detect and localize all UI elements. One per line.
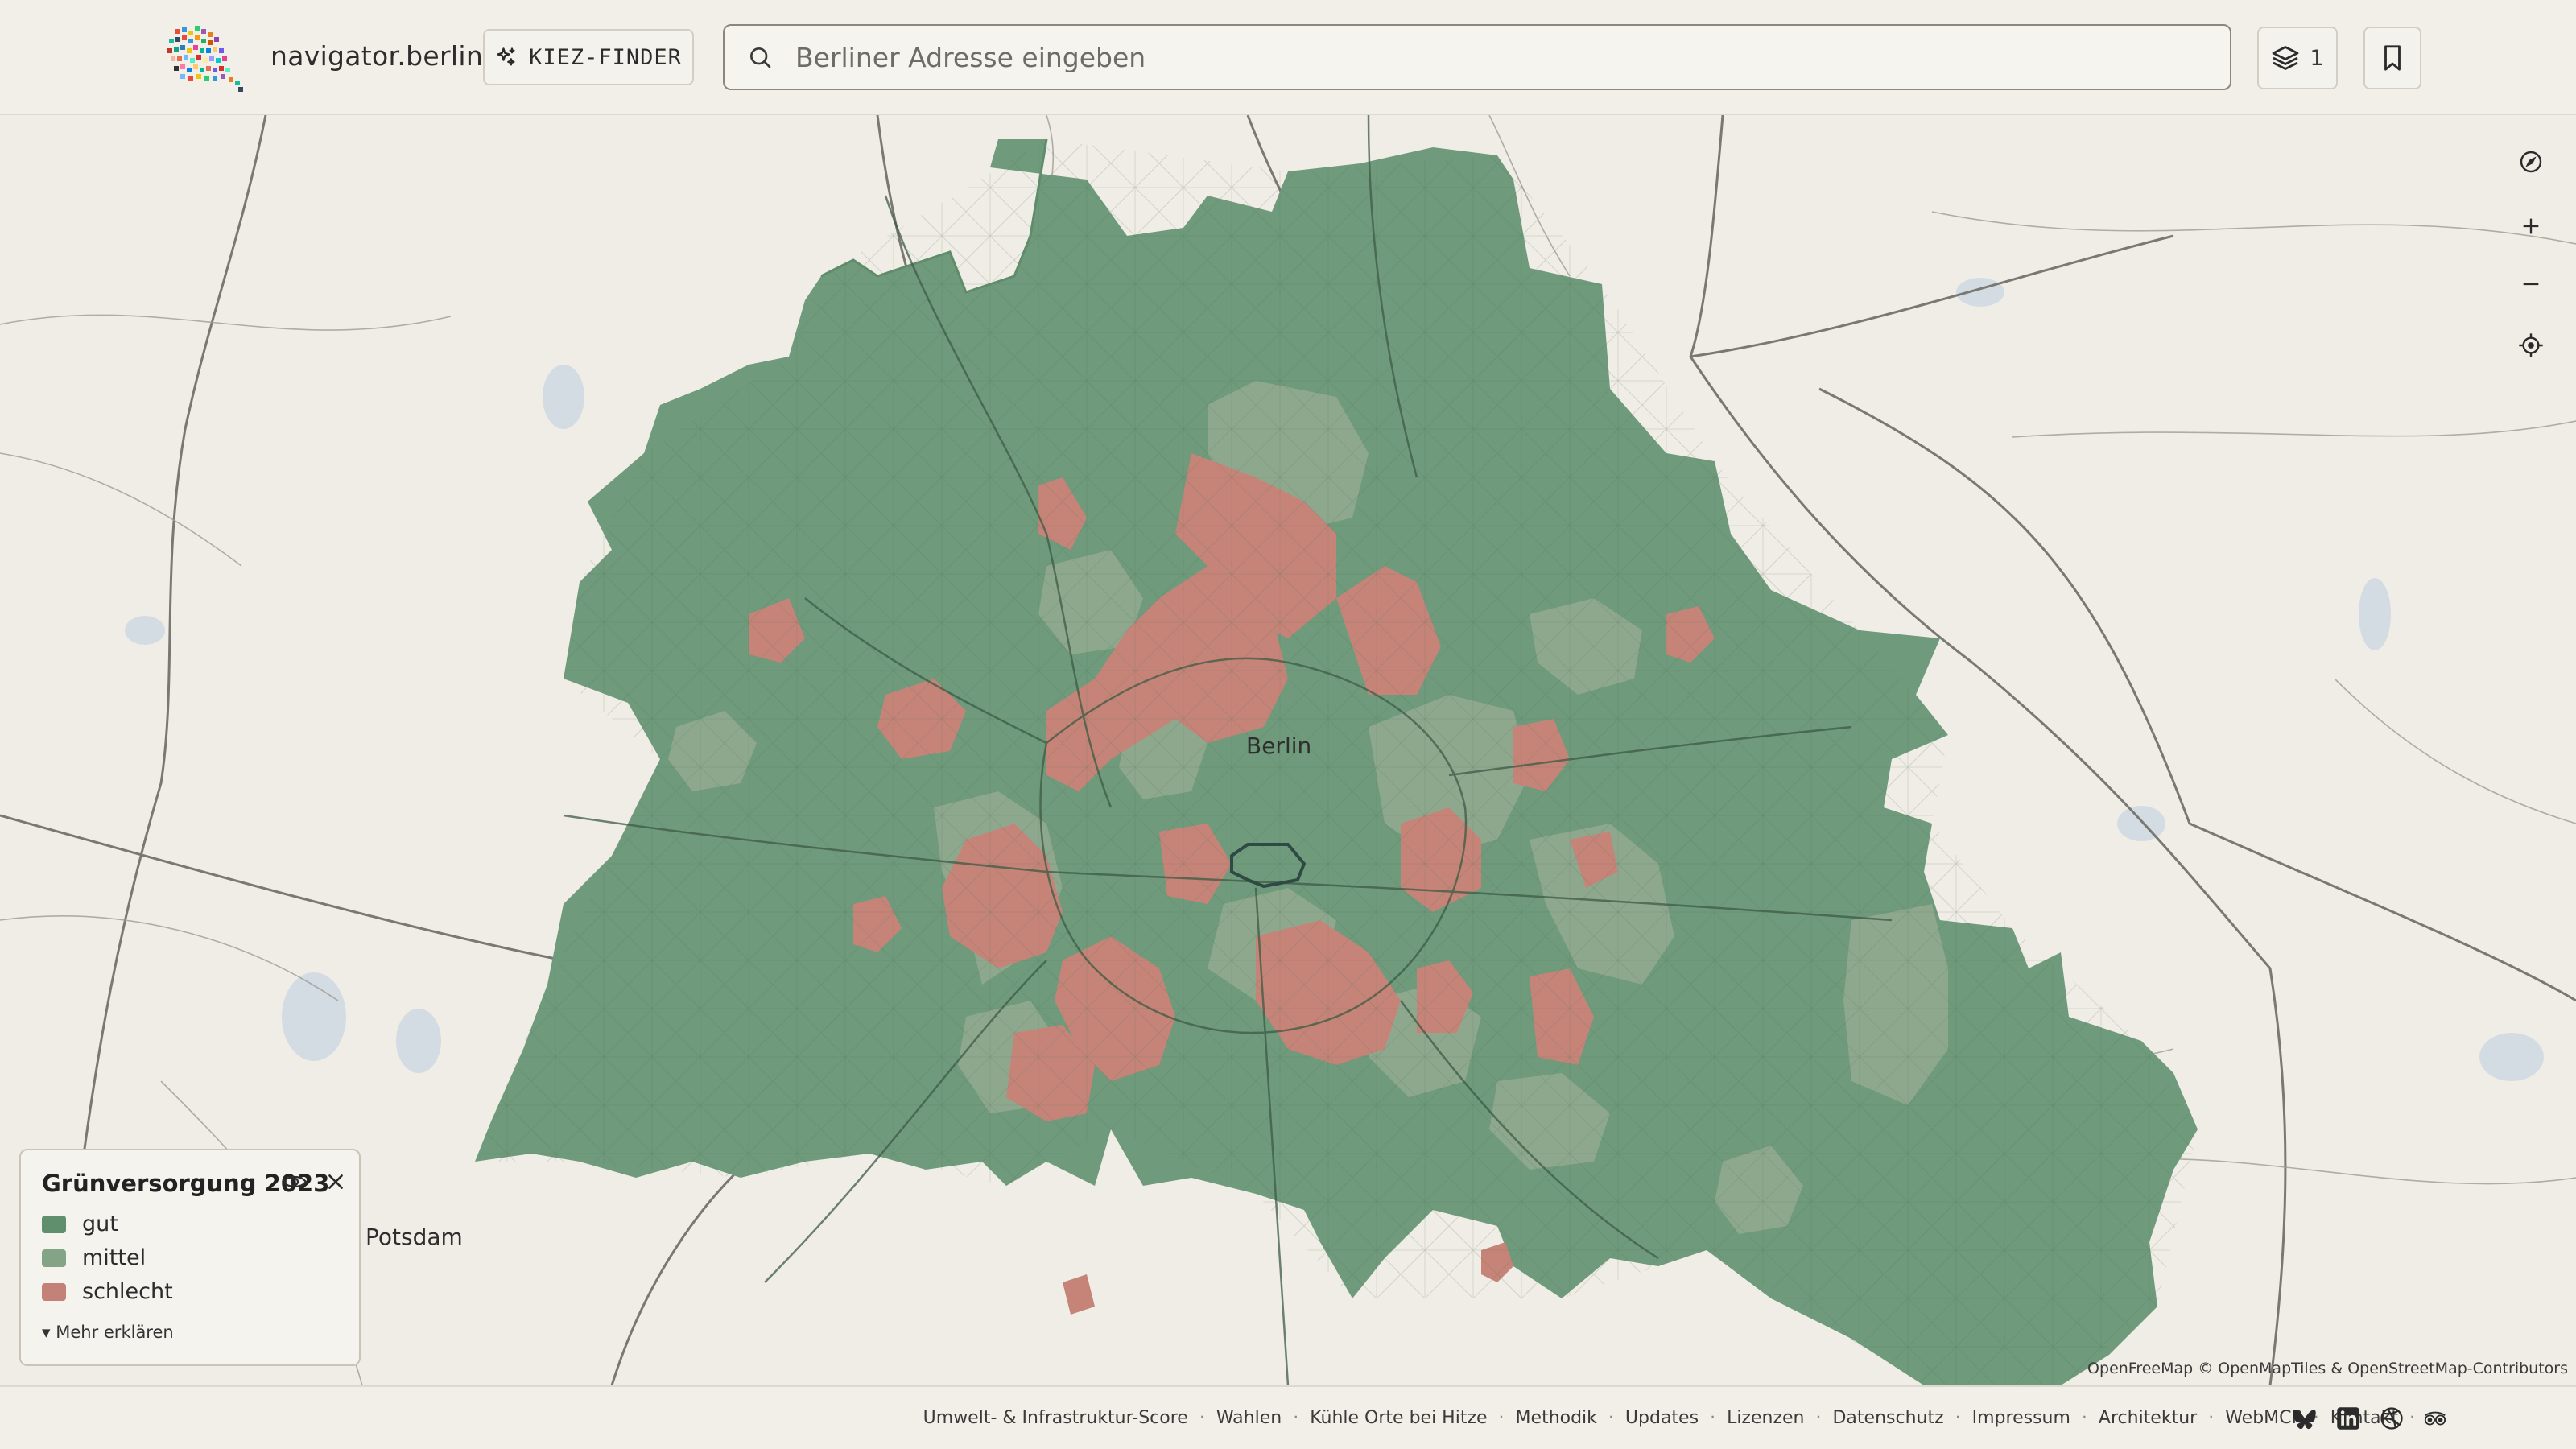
map-attribution[interactable]: OpenFreeMap © OpenMapTiles & OpenStreetM… bbox=[2087, 1360, 2568, 1377]
compass-icon bbox=[2520, 151, 2542, 173]
compass-button[interactable] bbox=[2512, 142, 2550, 181]
legend-item-mittel: mittel bbox=[42, 1245, 146, 1270]
footer-link-updates[interactable]: Updates bbox=[1625, 1408, 1699, 1428]
map-legend: Grünversorgung 2023 gut mittel schlecht … bbox=[19, 1149, 361, 1366]
minus-icon bbox=[2523, 283, 2539, 286]
place-label-potsdam: Potsdam bbox=[365, 1224, 463, 1250]
app-footer: Umwelt- & Infrastruktur-Score · Wahlen ·… bbox=[0, 1385, 2576, 1449]
bookmark-icon bbox=[2384, 45, 2401, 71]
search-icon bbox=[750, 47, 771, 68]
locate-button[interactable] bbox=[2512, 326, 2550, 365]
legend-more-label: Mehr erklären bbox=[56, 1323, 174, 1342]
legend-label-mittel: mittel bbox=[82, 1245, 147, 1270]
footer-separator: · bbox=[1199, 1408, 1205, 1428]
address-search[interactable] bbox=[723, 24, 2231, 90]
sparkle-icon bbox=[497, 47, 515, 66]
bookmark-button[interactable] bbox=[2363, 27, 2421, 89]
city-label-berlin: Berlin bbox=[1246, 733, 1312, 759]
footer-separator: · bbox=[1815, 1408, 1822, 1428]
footer-link-methodik[interactable]: Methodik bbox=[1516, 1408, 1597, 1428]
plus-icon bbox=[2523, 218, 2539, 234]
layers-count: 1 bbox=[2310, 45, 2324, 71]
legend-swatch-schlecht bbox=[42, 1282, 66, 1301]
address-search-input[interactable] bbox=[794, 40, 2230, 74]
app-header: navigator.berlin KIEZ-FINDER 1 bbox=[0, 0, 2576, 115]
footer-link-webmcp[interactable]: WebMCP bbox=[2225, 1408, 2302, 1428]
layers-icon bbox=[2273, 46, 2299, 70]
kiez-finder-button[interactable]: KIEZ-FINDER bbox=[483, 29, 694, 85]
close-icon[interactable] bbox=[325, 1171, 346, 1192]
zoom-in-button[interactable] bbox=[2512, 207, 2550, 246]
brand-name[interactable]: navigator.berlin bbox=[270, 40, 483, 72]
footer-separator: · bbox=[1293, 1408, 1299, 1428]
legend-more-toggle[interactable]: ▾ Mehr erklären bbox=[42, 1323, 174, 1342]
crosshair-icon bbox=[2519, 333, 2543, 357]
footer-link-kuehle-orte[interactable]: Kühle Orte bei Hitze bbox=[1310, 1408, 1487, 1428]
footer-link-impressum[interactable]: Impressum bbox=[1972, 1408, 2070, 1428]
eye-icon[interactable] bbox=[282, 1171, 308, 1192]
footer-link-score[interactable]: Umwelt- & Infrastruktur-Score bbox=[923, 1408, 1188, 1428]
footer-separator: · bbox=[1608, 1408, 1614, 1428]
map-canvas[interactable]: Berlin Potsdam OpenFreeMap © OpenMapTile… bbox=[0, 115, 2576, 1385]
footer-separator: · bbox=[2208, 1408, 2215, 1428]
footer-link-lizenzen[interactable]: Lizenzen bbox=[1727, 1408, 1804, 1428]
triangle-down-icon: ▾ bbox=[42, 1323, 51, 1342]
footer-separator: · bbox=[2081, 1408, 2087, 1428]
legend-swatch-mittel bbox=[42, 1249, 66, 1267]
dribbble-icon[interactable] bbox=[2380, 1406, 2404, 1430]
bluesky-icon[interactable] bbox=[2293, 1406, 2317, 1430]
legend-label-schlecht: schlecht bbox=[82, 1279, 173, 1304]
linkedin-icon[interactable] bbox=[2336, 1406, 2360, 1430]
footer-separator: · bbox=[1710, 1408, 1716, 1428]
legend-swatch-gut bbox=[42, 1215, 66, 1233]
footer-links: Umwelt- & Infrastruktur-Score · Wahlen ·… bbox=[923, 1408, 2426, 1428]
legend-item-schlecht: schlecht bbox=[42, 1279, 173, 1304]
layers-button[interactable]: 1 bbox=[2257, 27, 2338, 89]
zoom-out-button[interactable] bbox=[2512, 265, 2550, 303]
footer-link-wahlen[interactable]: Wahlen bbox=[1216, 1408, 1282, 1428]
footer-link-datenschutz[interactable]: Datenschutz bbox=[1832, 1408, 1943, 1428]
legend-item-gut: gut bbox=[42, 1212, 118, 1236]
legend-label-gut: gut bbox=[82, 1212, 118, 1236]
footer-separator: · bbox=[1955, 1408, 1961, 1428]
footer-separator: · bbox=[1498, 1408, 1505, 1428]
footer-link-architektur[interactable]: Architektur bbox=[2099, 1408, 2197, 1428]
social-links bbox=[2293, 1406, 2447, 1430]
kiez-finder-label: KIEZ-FINDER bbox=[529, 44, 682, 70]
tripadvisor-icon[interactable] bbox=[2423, 1406, 2447, 1430]
logo-icon[interactable] bbox=[164, 24, 250, 93]
